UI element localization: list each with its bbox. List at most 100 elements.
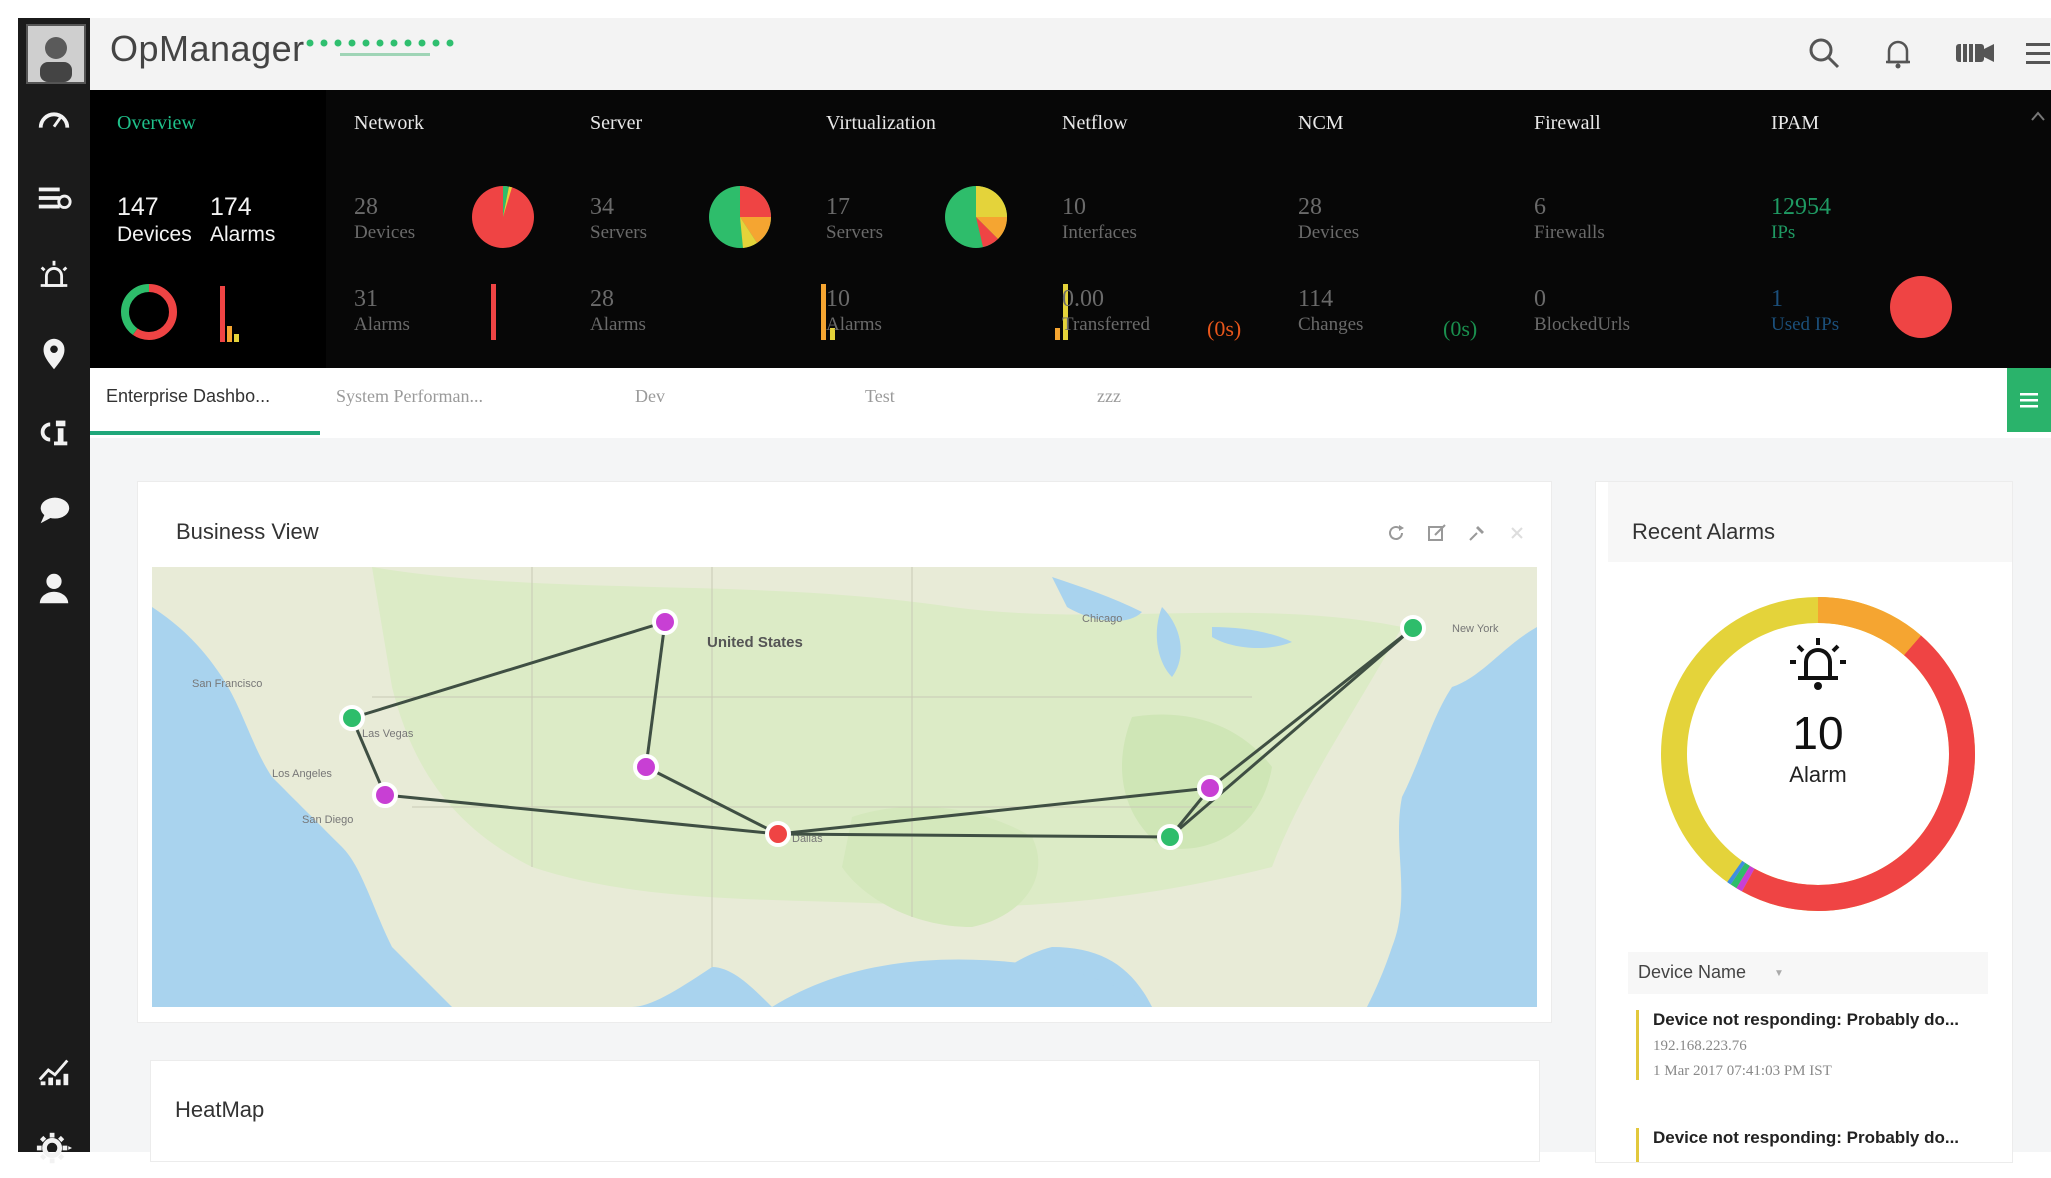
- alarm-count: 10: [1792, 707, 1844, 759]
- business-view-widget: Business View San Francisco Las Vegas Lo…: [137, 481, 1552, 1023]
- map-node[interactable]: [633, 754, 659, 780]
- category-overview[interactable]: Overview: [117, 112, 196, 135]
- map-node[interactable]: [652, 609, 678, 635]
- server-count[interactable]: 34 Servers: [590, 194, 647, 243]
- close-icon[interactable]: [1506, 522, 1528, 544]
- heatmap-widget: HeatMap: [150, 1060, 1540, 1162]
- recent-alarms-widget: Recent Alarms 10 Alarm Device Name ▼ Dev…: [1595, 481, 2013, 1163]
- us-map: San Francisco Las Vegas Los Angeles San …: [152, 567, 1537, 1007]
- alarm-bug-icon: [40, 260, 68, 287]
- ipam-usage-pie: [1890, 276, 1952, 338]
- sidebar-item-chat[interactable]: [18, 480, 90, 540]
- dashboard-gauge-icon: [38, 112, 70, 128]
- sort-icon[interactable]: ▼: [1774, 968, 1784, 979]
- widget-title: HeatMap: [175, 1097, 265, 1122]
- svg-text:Chicago: Chicago: [1082, 613, 1122, 625]
- summary-strip: Overview Network Server Virtualization N…: [90, 90, 2051, 368]
- map-node[interactable]: [1197, 775, 1223, 801]
- sidebar-item-maps[interactable]: [18, 324, 90, 384]
- alarm-count-label: Alarm: [1789, 762, 1847, 787]
- sidebar-item-inventory[interactable]: [18, 168, 90, 228]
- alarms-table-header: Device Name ▼: [1628, 952, 1988, 994]
- tab-zzz[interactable]: zzz: [1097, 386, 1121, 407]
- category-network[interactable]: Network: [354, 112, 424, 135]
- overview-alarms[interactable]: 174 Alarms: [210, 192, 275, 247]
- map-node[interactable]: [372, 782, 398, 808]
- camera-button[interactable]: [1949, 32, 2001, 74]
- search-icon: [1809, 38, 1840, 69]
- ipam-ips[interactable]: 12954 IPs: [1771, 194, 1831, 243]
- category-ipam[interactable]: IPAM: [1771, 112, 1819, 135]
- network-alarm-bars: [491, 284, 496, 340]
- user-avatar[interactable]: [26, 24, 86, 84]
- overview-status-ring: [121, 284, 177, 340]
- map-node[interactable]: [1400, 615, 1426, 641]
- svg-text:New York: New York: [1452, 623, 1499, 635]
- settings-gear-icon: [36, 1132, 73, 1164]
- overview-devices-label: Devices: [117, 223, 192, 246]
- overview-alarm-bars: [220, 286, 239, 342]
- svg-text:Las Vegas: Las Vegas: [362, 728, 414, 740]
- business-view-map[interactable]: San Francisco Las Vegas Los Angeles San …: [152, 567, 1537, 1007]
- alarm-ip: 192.168.223.76: [1653, 1038, 1747, 1054]
- netflow-interfaces[interactable]: 10 Interfaces: [1062, 194, 1137, 243]
- tabs-menu-button[interactable]: [2007, 368, 2051, 432]
- active-tab-indicator: [90, 431, 320, 435]
- ncm-devices[interactable]: 28 Devices: [1298, 194, 1359, 243]
- virtualization-alarms[interactable]: 10 Alarms: [826, 286, 882, 335]
- user-icon: [39, 573, 69, 604]
- map-node[interactable]: [339, 705, 365, 731]
- server-alarms[interactable]: 28 Alarms: [590, 286, 646, 335]
- collapse-chevron-icon[interactable]: [2030, 110, 2046, 122]
- tab-dev[interactable]: Dev: [635, 386, 665, 407]
- alarm-time: 1 Mar 2017 07:41:03 PM IST: [1653, 1063, 1832, 1079]
- widget-title: Business View: [176, 519, 319, 544]
- tab-system-performance[interactable]: System Performan...: [336, 386, 483, 407]
- map-node[interactable]: [765, 821, 791, 847]
- firewall-count[interactable]: 6 Firewalls: [1534, 194, 1605, 243]
- ncm-changes[interactable]: 114 Changes: [1298, 286, 1363, 335]
- overview-devices[interactable]: 147 Devices: [117, 192, 192, 247]
- alarm-item[interactable]: Device not responding: Probably do... 19…: [1636, 1010, 1973, 1080]
- notifications-button[interactable]: [1877, 32, 1919, 74]
- tab-enterprise-dashboard[interactable]: Enterprise Dashbo...: [106, 386, 270, 407]
- map-pin-icon: [43, 338, 65, 370]
- camera-icon: [1956, 44, 1994, 62]
- network-devices[interactable]: 28 Devices: [354, 194, 415, 243]
- map-node[interactable]: [1157, 824, 1183, 850]
- category-firewall[interactable]: Firewall: [1534, 112, 1601, 135]
- netflow-badge: (0s): [1207, 316, 1242, 341]
- overview-devices-count: 147: [117, 193, 159, 221]
- sidebar-item-reports[interactable]: [18, 1040, 90, 1100]
- alarm-item[interactable]: Device not responding: Probably do...: [1636, 1128, 1973, 1162]
- network-alarms[interactable]: 31 Alarms: [354, 286, 410, 335]
- netflow-transferred[interactable]: 0.00 Transferred: [1062, 286, 1150, 335]
- search-button[interactable]: [1803, 32, 1845, 74]
- network-devices-pie: [472, 186, 534, 248]
- chat-icon: [40, 497, 70, 524]
- virtualization-servers[interactable]: 17 Servers: [826, 194, 883, 243]
- sidebar-item-alarms[interactable]: [18, 246, 90, 306]
- sidebar-item-dashboard[interactable]: [18, 90, 90, 150]
- left-sidebar: [18, 18, 90, 1164]
- alarm-title: Device not responding: Probably do...: [1653, 1010, 1960, 1029]
- sidebar-item-settings[interactable]: [18, 1118, 90, 1178]
- refresh-icon[interactable]: [1385, 522, 1407, 544]
- column-header-device-name[interactable]: Device Name: [1638, 962, 1746, 983]
- category-server[interactable]: Server: [590, 112, 642, 135]
- firewall-blocked-urls[interactable]: 0 BlockedUrls: [1534, 286, 1630, 335]
- pin-icon[interactable]: [1466, 522, 1488, 544]
- ipam-used-ips[interactable]: 1 Used IPs: [1771, 286, 1839, 335]
- menu-icon: [2026, 43, 2050, 64]
- category-ncm[interactable]: NCM: [1298, 112, 1344, 135]
- category-netflow[interactable]: Netflow: [1062, 112, 1128, 135]
- alarm-bell-icon: [1790, 638, 1846, 690]
- tab-test[interactable]: Test: [865, 386, 895, 407]
- svg-text:Los Angeles: Los Angeles: [272, 768, 332, 780]
- sidebar-item-users[interactable]: [18, 558, 90, 618]
- main-menu-button[interactable]: [2012, 32, 2051, 74]
- edit-icon[interactable]: [1426, 522, 1448, 544]
- virtualization-status-pie: [945, 186, 1008, 248]
- sidebar-item-workflow[interactable]: [18, 402, 90, 462]
- category-virtualization[interactable]: Virtualization: [826, 112, 936, 135]
